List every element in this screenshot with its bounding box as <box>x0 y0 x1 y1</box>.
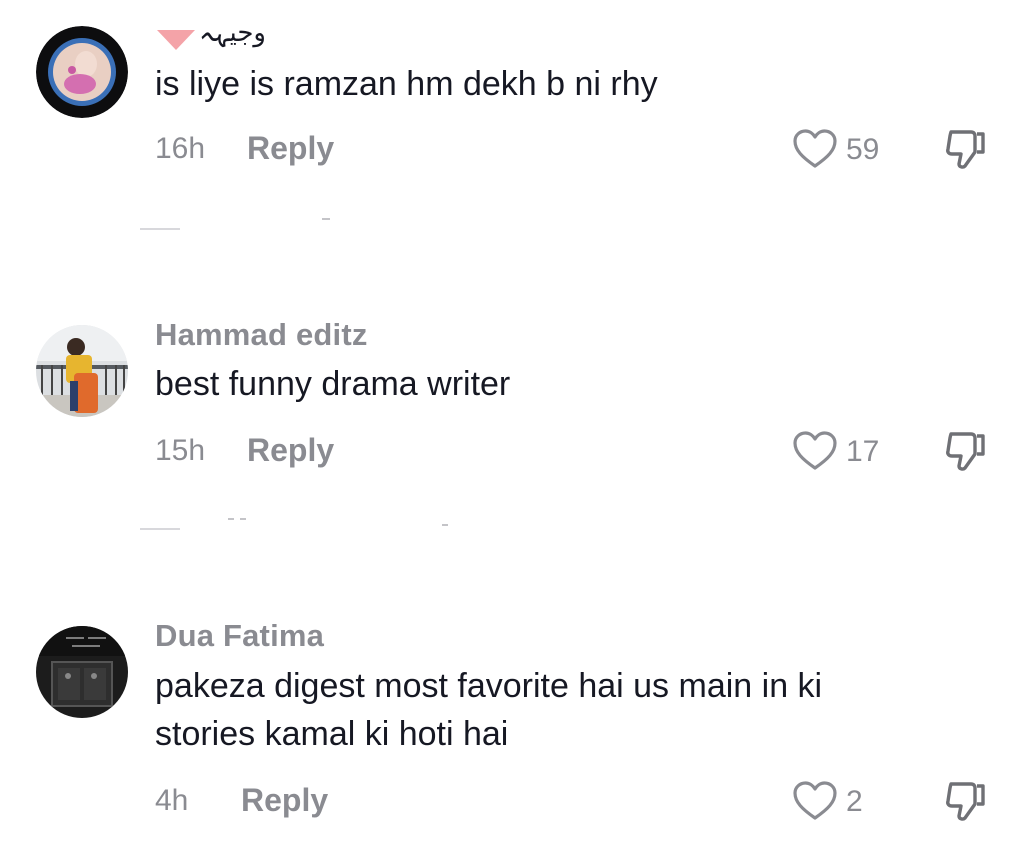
comment-text: is liye is ramzan hm dekh b ni rhy <box>155 60 658 108</box>
reply-button[interactable]: Reply <box>241 782 328 819</box>
heart-outline-icon <box>793 431 837 470</box>
username[interactable]: Hammad editz <box>155 317 368 353</box>
comment-text-line: is liye is ramzan hm dekh b ni rhy <box>155 65 658 103</box>
thumbs-down-icon[interactable] <box>943 126 989 172</box>
comment-actions: 16h Reply 59 <box>155 128 995 172</box>
thumbs-down-icon[interactable] <box>943 778 989 824</box>
avatar-image <box>36 325 128 417</box>
timestamp: 4h <box>155 784 189 817</box>
comment-text: pakeza digest most favorite hai us main … <box>155 662 822 758</box>
heart-outline-icon <box>793 129 837 168</box>
like-count: 17 <box>846 435 880 468</box>
comment-actions: 15h Reply 17 <box>155 430 995 474</box>
comment-text: best funny drama writer <box>155 360 510 408</box>
divider-mark <box>228 518 234 520</box>
reply-thread-divider <box>140 528 180 530</box>
comment-text-line: best funny drama writer <box>155 365 511 403</box>
reply-button[interactable]: Reply <box>247 432 334 469</box>
username-label: وجیہہ <box>199 18 266 48</box>
avatar-image <box>36 626 128 718</box>
comment-actions: 4h Reply 2 <box>155 780 995 824</box>
thumbs-down-icon[interactable] <box>943 428 989 474</box>
reply-thread-divider <box>140 228 180 230</box>
timestamp: 15h <box>155 434 206 467</box>
reply-button[interactable]: Reply <box>247 130 334 167</box>
avatar-image <box>36 26 128 118</box>
heart-outline-icon <box>793 781 837 820</box>
comment-text-line: pakeza digest most favorite hai us main … <box>155 667 823 705</box>
avatar[interactable] <box>36 26 128 118</box>
like-count: 59 <box>846 133 880 166</box>
timestamp: 16h <box>155 132 206 165</box>
like-count: 2 <box>846 785 863 818</box>
avatar[interactable] <box>36 626 128 718</box>
avatar[interactable] <box>36 325 128 417</box>
username[interactable]: Dua Fatima <box>155 618 324 654</box>
comment-text-line: stories kamal ki hoti hai <box>155 715 509 753</box>
divider-mark <box>442 524 448 526</box>
heart-icon <box>157 30 195 50</box>
divider-mark <box>322 218 330 220</box>
divider-mark <box>240 518 246 520</box>
